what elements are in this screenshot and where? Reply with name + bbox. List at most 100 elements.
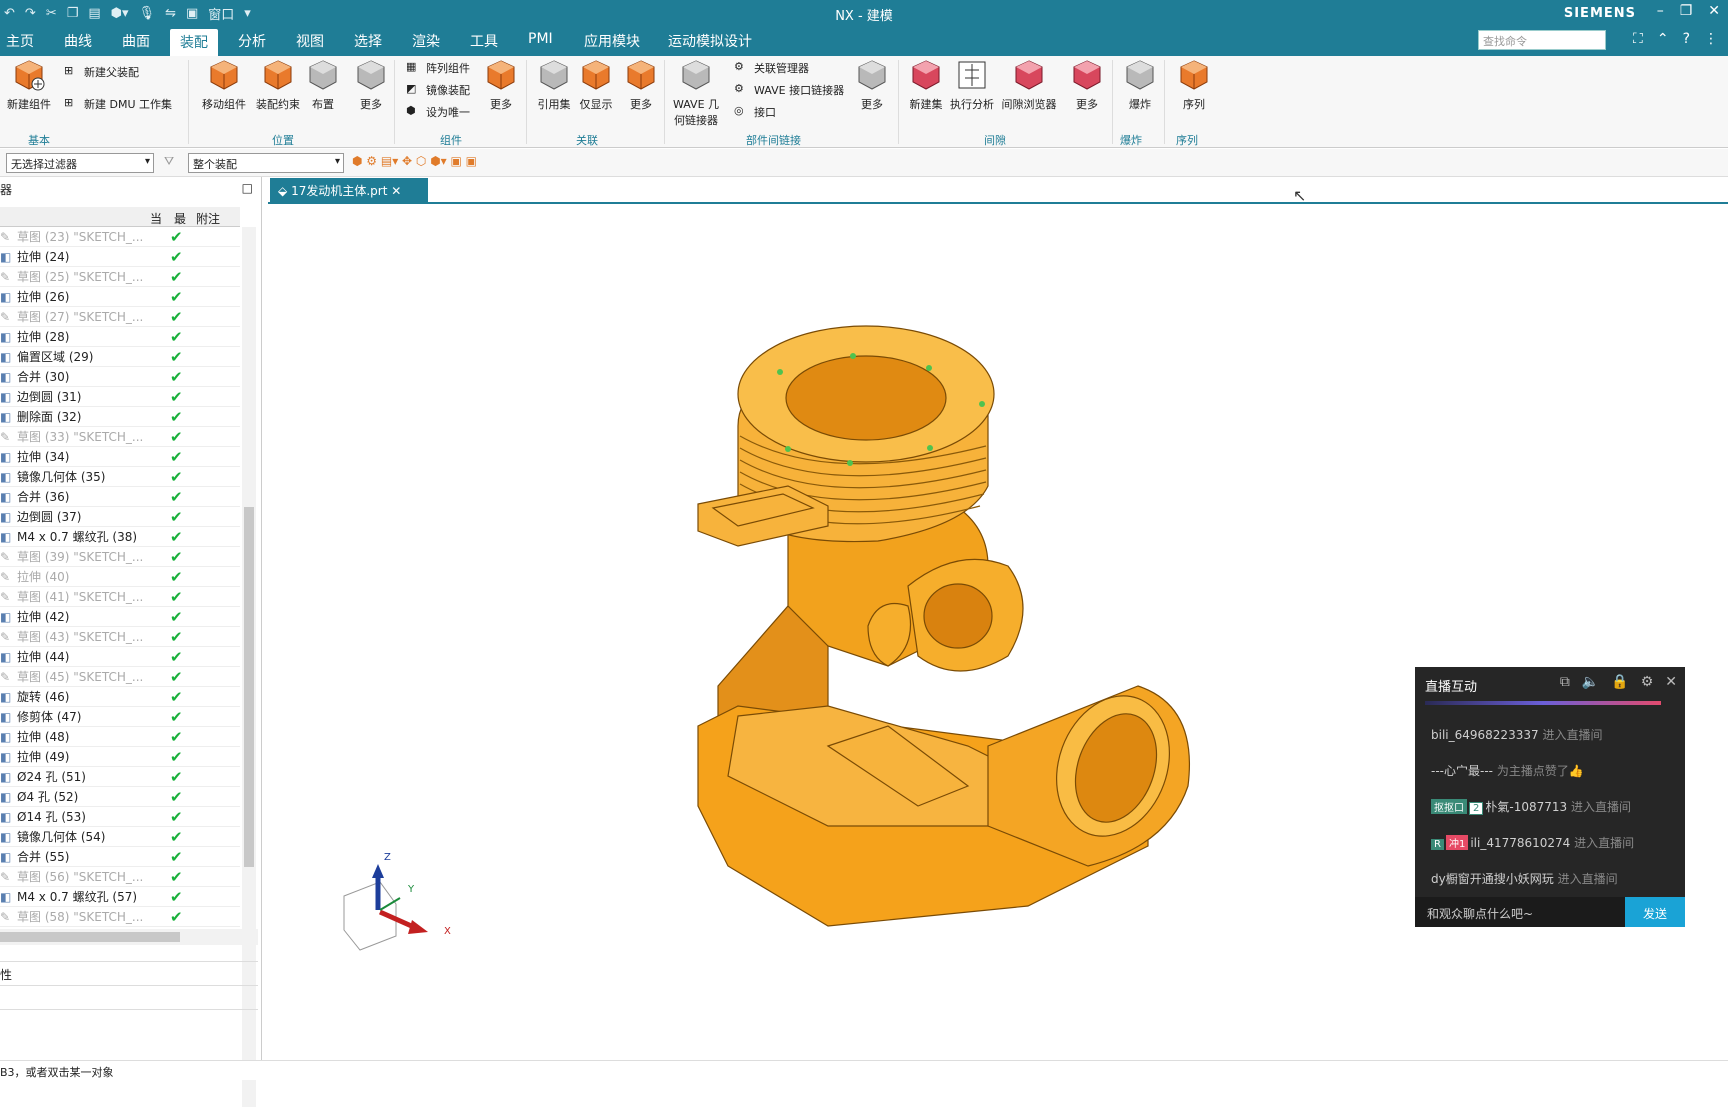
settings-icon[interactable]: ⚙ (1641, 674, 1654, 690)
scope-dropdown[interactable]: 整个装配 (188, 153, 344, 173)
navigator-row[interactable]: ◧ 镜像几何体 (35) ✔ (0, 467, 240, 487)
navigator-row[interactable]: ✎ 草图 (45) "SKETCH_... ✔ (0, 667, 240, 687)
sequence-button[interactable]: 序列 (1176, 58, 1212, 112)
restore-button[interactable]: ❐ (1680, 3, 1693, 19)
more-clearance-button[interactable]: 更多 (1068, 58, 1106, 112)
navigator-row[interactable]: ✎ 草图 (27) "SKETCH_... ✔ (0, 307, 240, 327)
command-search-input[interactable]: 查找命令 (1478, 30, 1606, 50)
tab-assembly[interactable]: 装配 (170, 29, 218, 58)
chat-username[interactable]: dy橱窗开通搜小妖网玩 (1431, 872, 1554, 886)
navigator-row[interactable]: ◧ 合并 (30) ✔ (0, 367, 240, 387)
navigator-row[interactable]: ◧ 拉伸 (26) ✔ (0, 287, 240, 307)
graphics-window[interactable]: Z Y X (268, 202, 1728, 1060)
navigator-row[interactable]: ◧ 偏置区域 (29) ✔ (0, 347, 240, 367)
chat-username[interactable]: ---心宀最--- (1431, 764, 1493, 778)
navigator-row[interactable]: ◧ 拉伸 (34) ✔ (0, 447, 240, 467)
speaker-icon[interactable]: 🔈 (1582, 674, 1599, 690)
wave-geometry-linker-button[interactable]: WAVE 几 何链接器 (672, 58, 720, 128)
make-unique-button[interactable]: ⬢ 设为唯一 (406, 104, 470, 120)
navigator-row[interactable]: ◧ 边倒圆 (37) ✔ (0, 507, 240, 527)
tab-select[interactable]: 选择 (354, 31, 382, 51)
popout-icon[interactable]: ⧉ (1560, 674, 1570, 690)
navigator-row[interactable]: ◧ 拉伸 (28) ✔ (0, 327, 240, 347)
close-icon[interactable]: ✕ (1665, 674, 1677, 690)
more-interpart-button[interactable]: 更多 (852, 58, 892, 112)
tab-view[interactable]: 视图 (296, 31, 324, 51)
engine-model[interactable] (268, 204, 1728, 1062)
more-position-button[interactable]: 更多 (352, 58, 390, 112)
navigator-row[interactable]: ◧ M4 x 0.7 螺纹孔 (38) ✔ (0, 527, 240, 547)
fullscreen-icon[interactable]: ⛶ (1633, 31, 1643, 47)
tab-home[interactable]: 主页 (6, 31, 34, 51)
navigator-row[interactable]: ◧ 合并 (55) ✔ (0, 847, 240, 867)
navigator-row[interactable]: ◧ 拉伸 (49) ✔ (0, 747, 240, 767)
tab-tools[interactable]: 工具 (470, 31, 498, 51)
navigator-row[interactable]: ◧ 修剪体 (47) ✔ (0, 707, 240, 727)
minimize-button[interactable]: – (1657, 3, 1664, 19)
column-notes[interactable]: 附注 (196, 210, 220, 227)
new-component-button[interactable]: 新建组件 (6, 58, 52, 112)
tab-motion[interactable]: 运动模拟设计 (668, 31, 752, 51)
navigator-row[interactable]: ◧ 边倒圆 (31) ✔ (0, 387, 240, 407)
navigator-row[interactable]: ✎ 草图 (58) "SKETCH_... ✔ (0, 907, 240, 927)
more-related-button[interactable]: 更多 (622, 58, 660, 112)
tab-pmi[interactable]: PMI (528, 31, 553, 47)
reference-set-button[interactable]: 引用集 (534, 58, 574, 112)
navigator-row[interactable]: ◧ Ø24 孔 (51) ✔ (0, 767, 240, 787)
navigator-row[interactable]: ✎ 草图 (41) "SKETCH_... ✔ (0, 587, 240, 607)
help-icon[interactable]: ? (1683, 31, 1690, 47)
navigator-row[interactable]: ✎ 草图 (25) "SKETCH_... ✔ (0, 267, 240, 287)
collapse-ribbon-icon[interactable]: ⌃ (1657, 31, 1669, 47)
perform-analysis-button[interactable]: 执行分析 (948, 58, 996, 112)
navigator-row[interactable]: ◧ 拉伸 (24) ✔ (0, 247, 240, 267)
explode-button[interactable]: 爆炸 (1122, 58, 1158, 112)
navigator-row[interactable]: ◧ 拉伸 (44) ✔ (0, 647, 240, 667)
relation-manager-button[interactable]: ⚙ 关联管理器 (734, 60, 809, 76)
column-latest[interactable]: 最 (174, 210, 186, 227)
navigator-row[interactable]: ◧ 删除面 (32) ✔ (0, 407, 240, 427)
more-icon[interactable]: ⋮ (1704, 31, 1718, 47)
navigator-row[interactable]: ◧ Ø4 孔 (52) ✔ (0, 787, 240, 807)
clearance-browser-button[interactable]: 间隙浏览器 (1000, 58, 1058, 112)
assembly-constraint-button[interactable]: 装配约束 (254, 58, 302, 112)
new-set-button[interactable]: 新建集 (906, 58, 946, 112)
tab-close-icon[interactable]: ✕ (391, 184, 401, 198)
navigator-row[interactable]: ◧ 合并 (36) ✔ (0, 487, 240, 507)
filter-reset-icon[interactable]: ⛛ (164, 154, 174, 169)
mirror-assembly-button[interactable]: ◩ 镜像装配 (406, 82, 470, 98)
wave-interface-linker-button[interactable]: ⚙ WAVE 接口链接器 (734, 82, 844, 98)
snap-icon[interactable]: ⬢ ⚙ ▤▾ ✥ ⬡ ⬢▾ ▣ ▣ (352, 154, 477, 168)
new-dmu-workset-button[interactable]: ⊞ 新建 DMU 工作集 (64, 96, 172, 112)
show-only-button[interactable]: 仅显示 (576, 58, 616, 112)
tab-surface[interactable]: 曲面 (122, 31, 150, 51)
tab-curve[interactable]: 曲线 (64, 31, 92, 51)
move-component-button[interactable]: 移动组件 (200, 58, 248, 112)
chat-username[interactable]: 朴氣-1087713 (1485, 800, 1567, 814)
navigator-row[interactable]: ✎ 草图 (23) "SKETCH_... ✔ (0, 227, 240, 247)
navigator-horizontal-scrollbar[interactable] (0, 929, 258, 945)
navigator-row[interactable]: ✎ 草图 (33) "SKETCH_... ✔ (0, 427, 240, 447)
chat-username[interactable]: bili_64968223337 (1431, 728, 1539, 742)
document-tab[interactable]: ⬙ 17发动机主体.prt ✕ (270, 178, 428, 202)
chat-username[interactable]: ili_41778610274 (1470, 836, 1570, 850)
pattern-component-button[interactable]: ▦ 阵列组件 (406, 60, 470, 76)
more-component-button[interactable]: 更多 (482, 58, 520, 112)
scroll-thumb[interactable] (0, 932, 180, 942)
new-parent-assembly-button[interactable]: ⊞ 新建父装配 (64, 64, 139, 80)
lock-icon[interactable]: 🔒 (1611, 674, 1628, 690)
navigator-row[interactable]: ◧ Ø14 孔 (53) ✔ (0, 807, 240, 827)
navigator-row[interactable]: ◧ 镜像几何体 (54) ✔ (0, 827, 240, 847)
send-button[interactable]: 发送 (1625, 897, 1685, 927)
tab-analysis[interactable]: 分析 (238, 31, 266, 51)
navigator-row[interactable]: ✎ 草图 (39) "SKETCH_... ✔ (0, 547, 240, 567)
maximize-panel-icon[interactable]: □ (242, 181, 253, 195)
navigator-row[interactable]: ✎ 拉伸 (40) ✔ (0, 567, 240, 587)
selection-filter-dropdown[interactable]: 无选择过滤器 (6, 153, 154, 173)
navigator-row[interactable]: ◧ 旋转 (46) ✔ (0, 687, 240, 707)
navigator-row[interactable]: ◧ M4 x 0.7 螺纹孔 (57) ✔ (0, 887, 240, 907)
navigator-row[interactable]: ◧ 拉伸 (48) ✔ (0, 727, 240, 747)
tab-application[interactable]: 应用模块 (584, 31, 640, 51)
interface-button[interactable]: ◎ 接口 (734, 104, 776, 120)
column-current[interactable]: 当 (150, 210, 162, 227)
close-button[interactable]: ✕ (1708, 3, 1720, 19)
